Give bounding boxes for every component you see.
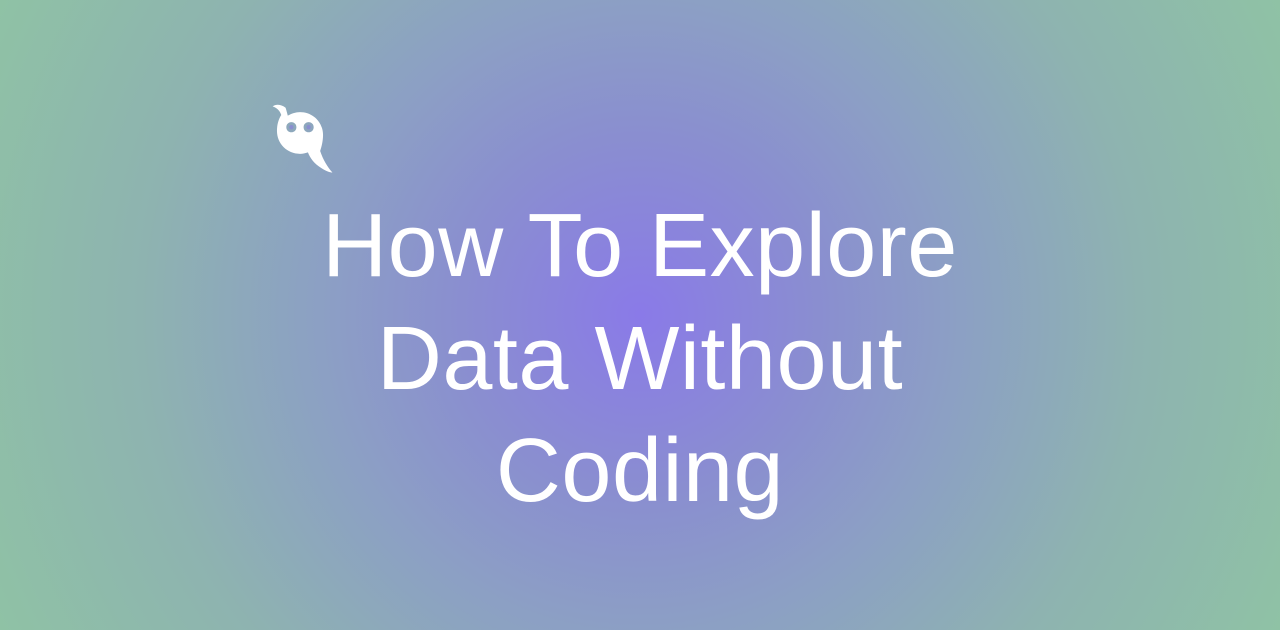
hero-content: How To Explore Data Without Coding xyxy=(260,102,1020,528)
hero-title: How To Explore Data Without Coding xyxy=(260,190,1020,528)
owl-icon xyxy=(264,102,336,174)
